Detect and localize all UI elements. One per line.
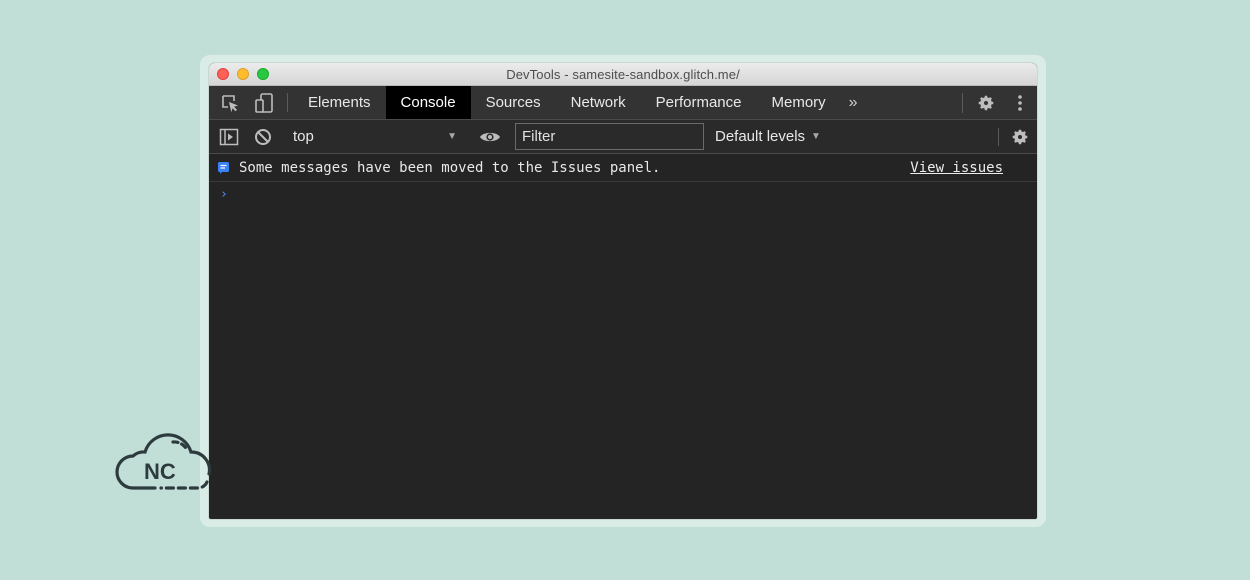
eye-icon [480, 132, 500, 141]
logo-text: NC [144, 459, 176, 484]
minimize-window-button[interactable] [237, 68, 249, 80]
view-issues-link[interactable]: View issues [910, 160, 1003, 176]
device-toolbar-button[interactable] [247, 86, 281, 119]
tab-sources[interactable]: Sources [471, 86, 556, 119]
tab-separator [287, 93, 288, 112]
log-levels-dropdown[interactable]: Default levels ▼ [715, 128, 821, 145]
inspect-cursor-icon [222, 94, 238, 112]
caret-down-icon: ▼ [447, 131, 457, 142]
console-settings-button[interactable] [1003, 120, 1037, 154]
customize-menu-button[interactable] [1003, 86, 1037, 120]
console-toolbar: top ▼ Default levels ▼ [209, 120, 1037, 154]
devtools-window: DevTools - samesite-sandbox.glitch.me/ E… [209, 63, 1037, 519]
sidebar-toggle-icon [219, 128, 239, 145]
window-title: DevTools - samesite-sandbox.glitch.me/ [506, 66, 740, 82]
info-message-icon [218, 161, 229, 174]
clear-block-icon [255, 128, 271, 145]
inspect-element-button[interactable] [213, 86, 247, 119]
filter-input[interactable] [515, 123, 704, 150]
console-prompt[interactable]: › [209, 182, 1037, 202]
console-message: Some messages have been moved to the Iss… [209, 154, 1037, 182]
context-selector[interactable]: top ▼ [285, 120, 465, 154]
tab-performance[interactable]: Performance [641, 86, 757, 119]
tab-memory[interactable]: Memory [757, 86, 841, 119]
gear-icon [978, 95, 994, 111]
toolbar-actions [994, 120, 1037, 154]
title-bar: DevTools - samesite-sandbox.glitch.me/ [209, 63, 1037, 86]
settings-button[interactable] [969, 86, 1003, 120]
log-levels-label: Default levels [715, 128, 806, 145]
show-sidebar-button[interactable] [212, 128, 246, 146]
maximize-window-button[interactable] [257, 68, 269, 80]
device-mode-icon [255, 92, 273, 113]
live-expression-button[interactable] [470, 130, 510, 144]
tab-elements[interactable]: Elements [294, 86, 386, 119]
close-window-button[interactable] [217, 68, 229, 80]
devtools-tab-bar: Elements Console Sources Network Perform… [209, 86, 1037, 120]
more-tabs-button[interactable]: » [841, 86, 866, 119]
tab-bar-actions [956, 86, 1037, 120]
gear-icon [1012, 129, 1028, 145]
caret-down-icon: ▼ [811, 131, 821, 142]
message-text: Some messages have been moved to the Iss… [239, 159, 661, 176]
nc-cloud-logo: NC [115, 433, 212, 490]
clear-console-button[interactable] [246, 128, 280, 146]
tab-console[interactable]: Console [385, 86, 471, 119]
tab-network[interactable]: Network [556, 86, 641, 119]
window-controls [217, 68, 269, 80]
toolbar-separator [998, 128, 999, 146]
tab-separator-right [962, 93, 963, 113]
context-value: top [293, 128, 314, 145]
vertical-dots-icon [1018, 95, 1022, 111]
